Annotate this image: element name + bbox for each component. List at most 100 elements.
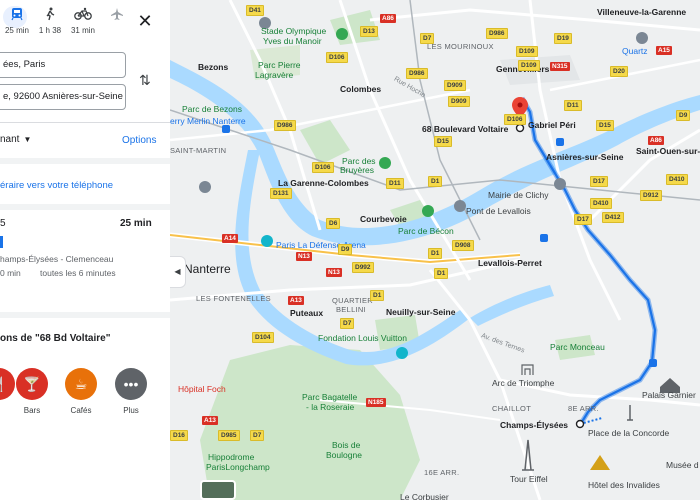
label-mairie: Mairie de Clichy (488, 190, 549, 200)
label-musee: Musée d (666, 460, 699, 470)
road-badge: D410 (666, 174, 688, 185)
label-bagatelle: Parc Bagatelle (302, 392, 358, 402)
label-asnieres: Asnières-sur-Seine (546, 152, 624, 162)
walk-icon (33, 6, 67, 26)
label-parc-bezons: Parc de Bezons (182, 104, 243, 114)
label-la-defense: Paris La Défense Arena (276, 240, 366, 250)
directions-panel: 25 min 1 h 38 31 min ✕ ées, Paris e, 926… (0, 0, 170, 500)
route-wait: 0 min (0, 268, 21, 278)
origin-input[interactable]: ées, Paris (0, 52, 126, 78)
label-tour-eiffel: Tour Eiffel (510, 474, 548, 484)
collapse-panel-button[interactable]: ◀ (170, 256, 186, 288)
bike-mode-button[interactable]: 31 min (66, 6, 100, 42)
label-chaillot: CHAILLOT (492, 404, 532, 413)
route-duration: 25 min (120, 218, 152, 229)
label-gabriel-peri: Gabriel Péri (528, 120, 576, 130)
cafes-label: Cafés (70, 406, 92, 415)
section-divider (0, 312, 170, 318)
label-monceau: Parc Monceau (550, 342, 605, 352)
road-badge: D985 (218, 430, 240, 441)
label-quartier-2: BELLINI (336, 305, 367, 314)
road-badge: A86 (380, 14, 396, 23)
more-button[interactable]: ••• Plus (114, 368, 148, 415)
label-fontenelles: LES FONTENELLES (196, 294, 271, 303)
label-quartier: QUARTIER (332, 296, 374, 305)
road-badge: D909 (444, 80, 466, 91)
flight-mode-button[interactable] (100, 6, 134, 42)
destination-input[interactable]: e, 92600 Asnières-sur-Seine (0, 84, 126, 110)
road-badge: N13 (326, 268, 342, 277)
label-champs-elysees: Champs-Élysées (500, 420, 569, 430)
road-badge: D20 (610, 66, 628, 77)
label-villeneuve: Villeneuve-la-Garenne (597, 7, 687, 17)
label-16e-arr: 16E ARR. (424, 468, 460, 477)
road-badge: D9 (338, 244, 353, 255)
road-badge: D7 (420, 33, 435, 44)
walk-mode-button[interactable]: 1 h 38 (33, 6, 67, 42)
travel-mode-bar: 25 min 1 h 38 31 min ✕ (0, 0, 170, 44)
road-badge: D909 (448, 96, 470, 107)
label-mourinoux: LES MOURINOUX (427, 42, 494, 51)
road-badge: N185 (366, 398, 386, 407)
more-icon: ••• (115, 368, 147, 400)
road-badge: D131 (270, 188, 292, 199)
road-badge: A13 (202, 416, 218, 425)
restaurants-button[interactable]: 🍴 (0, 368, 16, 400)
label-merlin: erry Merlin Nanterre (170, 116, 246, 126)
cafes-button[interactable]: ☕ Cafés (64, 368, 98, 415)
road-badge: D104 (252, 332, 274, 343)
label-parc-bruyeres-2: Bruyères (340, 165, 375, 175)
caret-down-icon: ▼ (23, 135, 32, 144)
label-nanterre: Nanterre (184, 262, 231, 276)
transit-time: 25 min (4, 26, 29, 35)
route-frequency: toutes les 6 minutes (40, 268, 116, 278)
restaurant-icon: 🍴 (0, 368, 15, 400)
road-badge: D106 (312, 162, 334, 173)
road-badge: D41 (246, 5, 264, 16)
road-badge: D912 (640, 190, 662, 201)
road-badge: A86 (648, 136, 664, 145)
road-badge: A14 (222, 234, 238, 243)
label-puteaux: Puteaux (290, 308, 324, 318)
label-pont-levallois: Pont de Levallois (466, 206, 531, 216)
transit-mode-button[interactable]: 25 min (0, 6, 34, 42)
road-badge: D1 (434, 268, 449, 279)
bike-time: 31 min (70, 26, 95, 35)
options-link[interactable]: Options (122, 135, 156, 146)
label-stade-2: Yves du Manoir (263, 36, 322, 46)
road-badge: D16 (170, 430, 188, 441)
label-invalides: Hôtel des Invalides (588, 480, 660, 490)
label-8e-arr: 8E ARR. (568, 404, 599, 413)
label-colombes: Colombes (340, 84, 382, 94)
walk-time: 1 h 38 (38, 26, 62, 35)
road-badge: A15 (656, 46, 672, 55)
road-badge: D19 (554, 33, 572, 44)
road-badge: D992 (352, 262, 374, 273)
label-saint-ouen: Saint-Ouen-sur- (636, 146, 700, 156)
label-bezons: Bezons (198, 62, 229, 72)
road-badge: D106 (326, 52, 348, 63)
road-badge: D17 (590, 176, 608, 187)
road-badge: D1 (428, 248, 443, 259)
depart-time-dropdown[interactable]: nant ▼ (0, 134, 31, 145)
road-badge: D410 (590, 198, 612, 209)
label-palais-garnier: Palais Garnier (642, 390, 696, 400)
road-badge: D7 (250, 430, 265, 441)
label-garenne: La Garenne-Colombes (278, 178, 369, 188)
label-bagatelle-2: - la Roseraie (306, 402, 355, 412)
map-canvas[interactable]: Villeneuve-la-Garenne Stade Olympique Yv… (170, 0, 700, 500)
road-badge: D106 (504, 114, 526, 125)
bar-icon: 🍸 (16, 368, 48, 400)
road-badge: D109 (516, 46, 538, 57)
swap-directions-icon[interactable]: ⇅ (139, 72, 151, 89)
road-badge: D11 (386, 178, 404, 189)
road-badge: D6 (326, 218, 341, 229)
close-icon[interactable]: ✕ (136, 12, 154, 30)
label-arc-triomphe: Arc de Triomphe (492, 378, 555, 388)
road-badge: D13 (360, 26, 378, 37)
send-to-phone-link[interactable]: éraire vers votre téléphone (0, 180, 113, 191)
bars-button[interactable]: 🍸 Bars (15, 368, 49, 415)
cafe-icon: ☕ (65, 368, 97, 400)
bike-icon (66, 6, 100, 26)
layers-thumbnail[interactable] (200, 480, 236, 500)
